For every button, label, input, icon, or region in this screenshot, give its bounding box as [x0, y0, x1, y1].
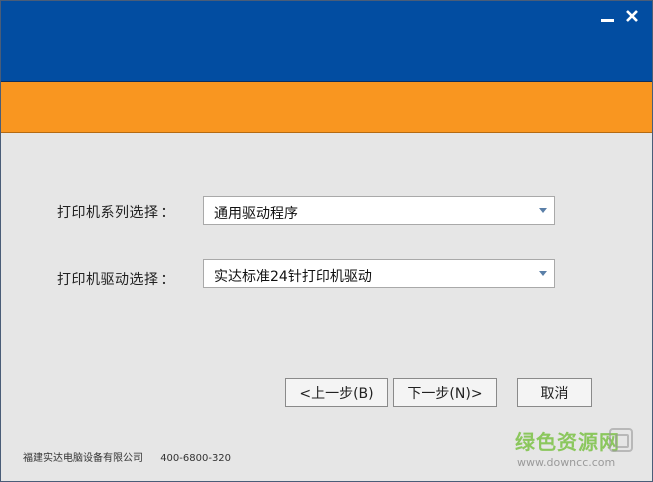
dropdown-arrow-icon — [539, 208, 547, 213]
watermark-url: www.downcc.com — [517, 456, 616, 469]
series-select[interactable]: 通用驱动程序 — [203, 196, 555, 225]
watermark-brand: 绿色资源网 — [515, 430, 620, 454]
back-button[interactable]: <上一步(B) — [285, 378, 388, 407]
watermark: 绿色资源网 www.downcc.com — [515, 426, 635, 476]
driver-select[interactable]: 实达标准24针打印机驱动 — [203, 259, 555, 288]
series-label-colon: ： — [160, 205, 175, 221]
driver-select-value: 实达标准24针打印机驱动 — [214, 269, 372, 285]
company-name: 福建实达电脑设备有限公司 — [23, 453, 143, 464]
cancel-button[interactable]: 取消 — [517, 378, 592, 407]
installer-window: 打印机系列选择： 通用驱动程序 打印机驱动选择： 实达标准24针打印机驱动 <上… — [0, 0, 653, 482]
driver-label-text: 打印机驱动选择 — [57, 272, 159, 288]
series-label: 打印机系列选择： — [57, 202, 175, 222]
driver-label-colon: ： — [160, 272, 175, 288]
minimize-button[interactable] — [597, 6, 617, 26]
series-select-value: 通用驱动程序 — [214, 206, 298, 222]
minimize-icon — [600, 18, 614, 22]
next-button[interactable]: 下一步(N)> — [393, 378, 497, 407]
series-label-text: 打印机系列选择 — [57, 205, 159, 221]
close-button[interactable] — [622, 6, 642, 26]
support-phone: 400-6800-320 — [160, 453, 232, 464]
footer: 福建实达电脑设备有限公司 400-6800-320 — [23, 449, 231, 464]
watermark-logo-icon — [609, 428, 633, 452]
accent-band — [1, 82, 652, 133]
close-icon — [626, 10, 638, 22]
dropdown-arrow-icon — [539, 271, 547, 276]
title-bar[interactable] — [1, 1, 652, 82]
driver-label: 打印机驱动选择： — [57, 269, 175, 289]
